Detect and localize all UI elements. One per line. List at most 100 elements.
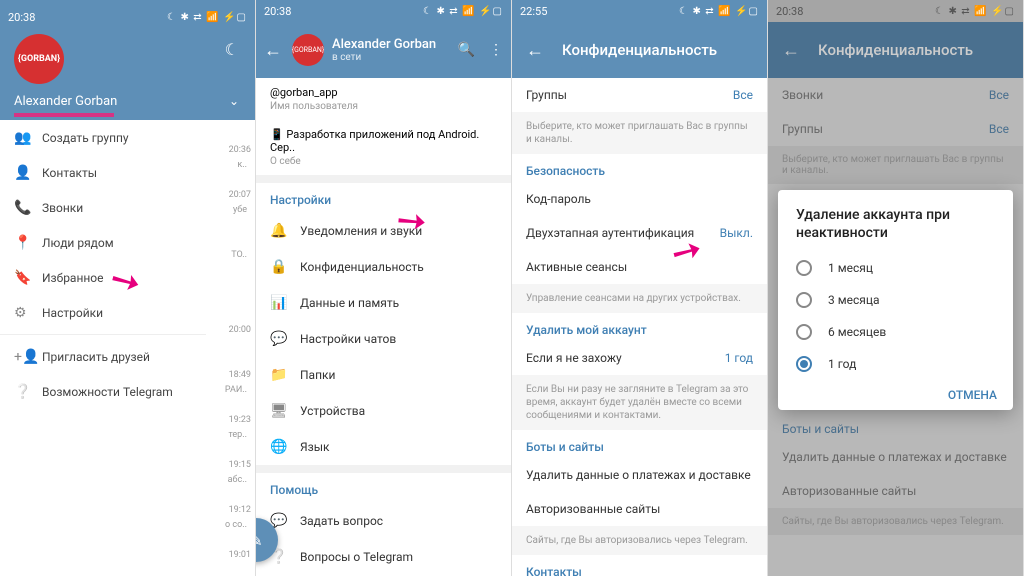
row-auth: Авторизованные сайты: [768, 474, 1023, 508]
help-icon: 💬: [270, 513, 300, 529]
page-title: Конфиденциальность: [818, 41, 973, 59]
avatar[interactable]: {GORBAN}: [292, 34, 324, 66]
status-time: 20:38: [264, 5, 291, 18]
status-time: 22:55: [520, 5, 547, 18]
drawer-item[interactable]: 👤Контакты: [0, 155, 206, 190]
row-payments: Удалить данные о платежах и доставке: [768, 440, 1023, 474]
drawer-item[interactable]: 👥Создать группу: [0, 120, 206, 155]
hint-groups: Выберите, кто может приглашать Вас в гру…: [512, 112, 767, 154]
username-block[interactable]: @gorban_app Имя пользователя: [256, 78, 511, 120]
setting-icon: 📊: [270, 295, 300, 311]
menu-icon: 📞: [14, 200, 42, 216]
radio-option[interactable]: 1 месяц: [778, 252, 1013, 284]
chat-time: 20:07: [229, 190, 251, 200]
more-icon[interactable]: ⋮: [489, 42, 503, 58]
row-inactive[interactable]: Если я не захожу 1 год: [512, 341, 767, 375]
cancel-button[interactable]: ОТМЕНА: [778, 380, 1013, 402]
status-icons: ☾ ✱ ⇄ 📶 ⚡▢: [935, 6, 1015, 17]
status-icons: ☾ ✱ ⇄ 📶 ⚡▢: [679, 6, 759, 17]
drawer-item[interactable]: +👤Пригласить друзей: [0, 339, 206, 374]
row-twostep[interactable]: Двухэтапная аутентификация Выкл.: [512, 216, 767, 250]
chat-snip: ТО..: [231, 250, 247, 260]
divider: [256, 465, 511, 473]
row-sessions[interactable]: Активные сеансы: [512, 250, 767, 284]
drawer-item[interactable]: ⚙Настройки: [0, 295, 206, 330]
radio-option[interactable]: 6 месяцев: [778, 316, 1013, 348]
privacy-panel: 22:55 ☾ ✱ ⇄ 📶 ⚡▢ ← Конфиденциальность Гр…: [512, 0, 768, 576]
menu-icon: ❔: [14, 384, 42, 400]
row-auth-sites[interactable]: Авторизованные сайты: [512, 492, 767, 526]
radio-icon: [796, 260, 812, 276]
setting-icon: 🔔: [270, 223, 300, 239]
setting-item[interactable]: 🖥Устройства: [256, 393, 511, 429]
privacy-header: ← Конфиденциальность: [512, 22, 767, 78]
menu-icon: 👤: [14, 165, 42, 181]
drawer-item[interactable]: 🔖Избранное: [0, 260, 206, 295]
setting-item[interactable]: 🔒Конфиденциальность: [256, 249, 511, 285]
status-time: 20:38: [8, 11, 35, 24]
radio-option[interactable]: 3 месяца: [778, 284, 1013, 316]
radio-icon: [796, 324, 812, 340]
section-delete: Удалить мой аккаунт: [512, 313, 767, 341]
night-mode-icon[interactable]: ☾: [225, 40, 239, 59]
status-time: 20:38: [776, 5, 803, 18]
setting-icon: 📁: [270, 367, 300, 383]
setting-item[interactable]: 📊Данные и память: [256, 285, 511, 321]
help-item[interactable]: 💬Задать вопрос: [256, 503, 511, 539]
bio-block[interactable]: 📱 Разработка приложений под Android. Сер…: [256, 120, 511, 175]
row-passcode[interactable]: Код-пароль: [512, 182, 767, 216]
bio-label: О себе: [270, 156, 497, 167]
menu-icon: +👤: [14, 349, 42, 365]
page-title: Конфиденциальность: [562, 41, 717, 59]
section-bots: Боты и сайты: [768, 412, 1023, 440]
radio-icon: [796, 292, 812, 308]
chat-snip: к..: [237, 160, 247, 170]
status-icons: ☾ ✱ ⇄ 📶 ⚡▢: [167, 12, 247, 23]
chevron-down-icon[interactable]: ⌄: [229, 94, 239, 108]
setting-item[interactable]: 🔔Уведомления и звуки: [256, 213, 511, 249]
row-payments[interactable]: Удалить данные о платежах и доставке: [512, 458, 767, 492]
menu-icon: ⚙: [14, 305, 42, 321]
back-icon[interactable]: ←: [264, 40, 282, 61]
chat-time: 20:36: [229, 145, 251, 155]
setting-item[interactable]: 📁Папки: [256, 357, 511, 393]
status-bar: 20:38 ☾ ✱ ⇄ 📶 ⚡▢: [256, 0, 511, 22]
status-bar: 20:38 ☾ ✱ ⇄ 📶 ⚡▢: [0, 6, 255, 28]
profile-name: Alexander Gorban: [332, 37, 436, 52]
settings-panel: 20:38 ☾ ✱ ⇄ 📶 ⚡▢ ← {GORBAN} Alexander Go…: [256, 0, 512, 576]
help-item[interactable]: ❔Вопросы о Telegram: [256, 539, 511, 575]
chat-snip: убе: [233, 205, 247, 215]
bio: 📱 Разработка приложений под Android. Сер…: [270, 128, 497, 154]
divider: [256, 175, 511, 183]
drawer-item[interactable]: ❔Возможности Telegram: [0, 374, 206, 409]
section-bots: Боты и сайты: [512, 430, 767, 458]
radio-option[interactable]: 1 год: [778, 348, 1013, 380]
username-label: Имя пользователя: [270, 101, 497, 112]
row-groups[interactable]: Группы Все: [512, 78, 767, 112]
chat-snip: тер..: [228, 430, 247, 440]
setting-item[interactable]: 🌐Язык: [256, 429, 511, 465]
drawer-item[interactable]: 📍Люди рядом: [0, 225, 206, 260]
hint-auth: Сайты, где Вы авторизовались через Teleg…: [512, 526, 767, 555]
username: @gorban_app: [270, 86, 497, 99]
delete-inactivity-dialog: Удаление аккаунта при неактивности 1 мес…: [778, 190, 1013, 410]
chat-time: 19:15: [229, 460, 251, 470]
accent-bar: [14, 113, 114, 117]
privacy-header-dim: ← Конфиденциальность: [768, 22, 1023, 78]
hint-groups: Выберите, кто может приглашать Вас в гру…: [768, 146, 1023, 184]
setting-item[interactable]: 💬Настройки чатов: [256, 321, 511, 357]
dialog-title: Удаление аккаунта при неактивности: [778, 206, 1013, 252]
avatar[interactable]: {GORBAN}: [14, 34, 64, 84]
drawer-item[interactable]: 📞Звонки: [0, 190, 206, 225]
back-icon[interactable]: ←: [526, 40, 544, 61]
chat-time: 20:00: [229, 325, 251, 335]
hint-auth: Сайты, где Вы авторизовались через Teleg…: [768, 508, 1023, 535]
section-settings: Настройки: [256, 183, 511, 213]
chat-time: 19:01: [229, 550, 251, 560]
menu-icon: 👥: [14, 130, 42, 146]
back-icon[interactable]: ←: [782, 40, 800, 61]
setting-icon: 🔒: [270, 259, 300, 275]
section-contacts: Контакты: [512, 555, 767, 576]
search-icon[interactable]: 🔍: [458, 42, 475, 58]
chat-time: 19:12: [229, 505, 251, 515]
